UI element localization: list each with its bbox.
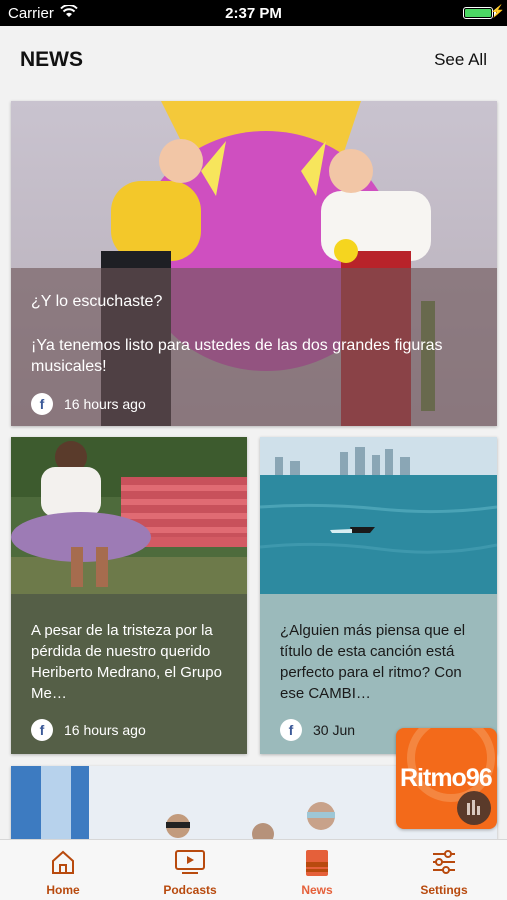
tab-label: Podcasts (163, 883, 217, 897)
status-bar: Carrier 2:37 PM ⚡ (0, 0, 507, 26)
tab-podcasts[interactable]: Podcasts (127, 840, 253, 900)
card-timestamp: 16 hours ago (64, 722, 146, 738)
logo-text: Ritmo96 (400, 764, 493, 792)
page-title: NEWS (20, 48, 83, 71)
news-image (11, 437, 247, 594)
facebook-icon: f (280, 719, 302, 741)
clock: 2:37 PM (225, 5, 282, 22)
tab-home[interactable]: Home (0, 840, 126, 900)
tab-bar: Home Podcasts News Settings (0, 839, 507, 900)
tab-label: Settings (420, 883, 468, 897)
tab-label: News (301, 883, 333, 897)
card-body: ¿Alguien más piensa que el título de est… (280, 622, 466, 702)
home-icon (52, 850, 74, 874)
card-headline: ¿Y lo escuchaste? (31, 293, 163, 310)
news-card[interactable]: A pesar de la tristeza por la pérdida de… (11, 437, 247, 754)
card-overlay: A pesar de la tristeza por la pérdida de… (11, 594, 247, 754)
card-body: A pesar de la tristeza por la pérdida de… (31, 622, 222, 702)
news-icon (306, 850, 328, 876)
equalizer-icon[interactable] (457, 791, 491, 825)
card-timestamp: 30 Jun (313, 722, 356, 738)
tab-label: Home (46, 883, 80, 897)
tab-news[interactable]: News (254, 840, 380, 900)
facebook-icon: f (31, 393, 53, 415)
charging-icon: ⚡ (490, 4, 505, 18)
card-body: ¡Ya tenemos listo para ustedes de las do… (31, 337, 443, 375)
news-image (260, 437, 497, 594)
news-card[interactable]: ¿Alguien más piensa que el título de est… (260, 437, 497, 754)
news-header: NEWS See All (0, 26, 507, 96)
battery-icon (463, 7, 496, 19)
sliders-icon (433, 850, 455, 874)
card-overlay: ¿Y lo escuchaste? ¡Ya tenemos listo para… (11, 268, 497, 426)
card-timestamp: 16 hours ago (64, 396, 146, 412)
facebook-icon: f (31, 719, 53, 741)
tab-settings[interactable]: Settings (381, 840, 507, 900)
see-all-button[interactable]: See All (434, 50, 487, 70)
now-playing-logo[interactable]: Ritmo96 (396, 728, 497, 829)
video-icon (175, 850, 205, 874)
news-card-featured[interactable]: ¿Y lo escuchaste? ¡Ya tenemos listo para… (11, 101, 497, 426)
